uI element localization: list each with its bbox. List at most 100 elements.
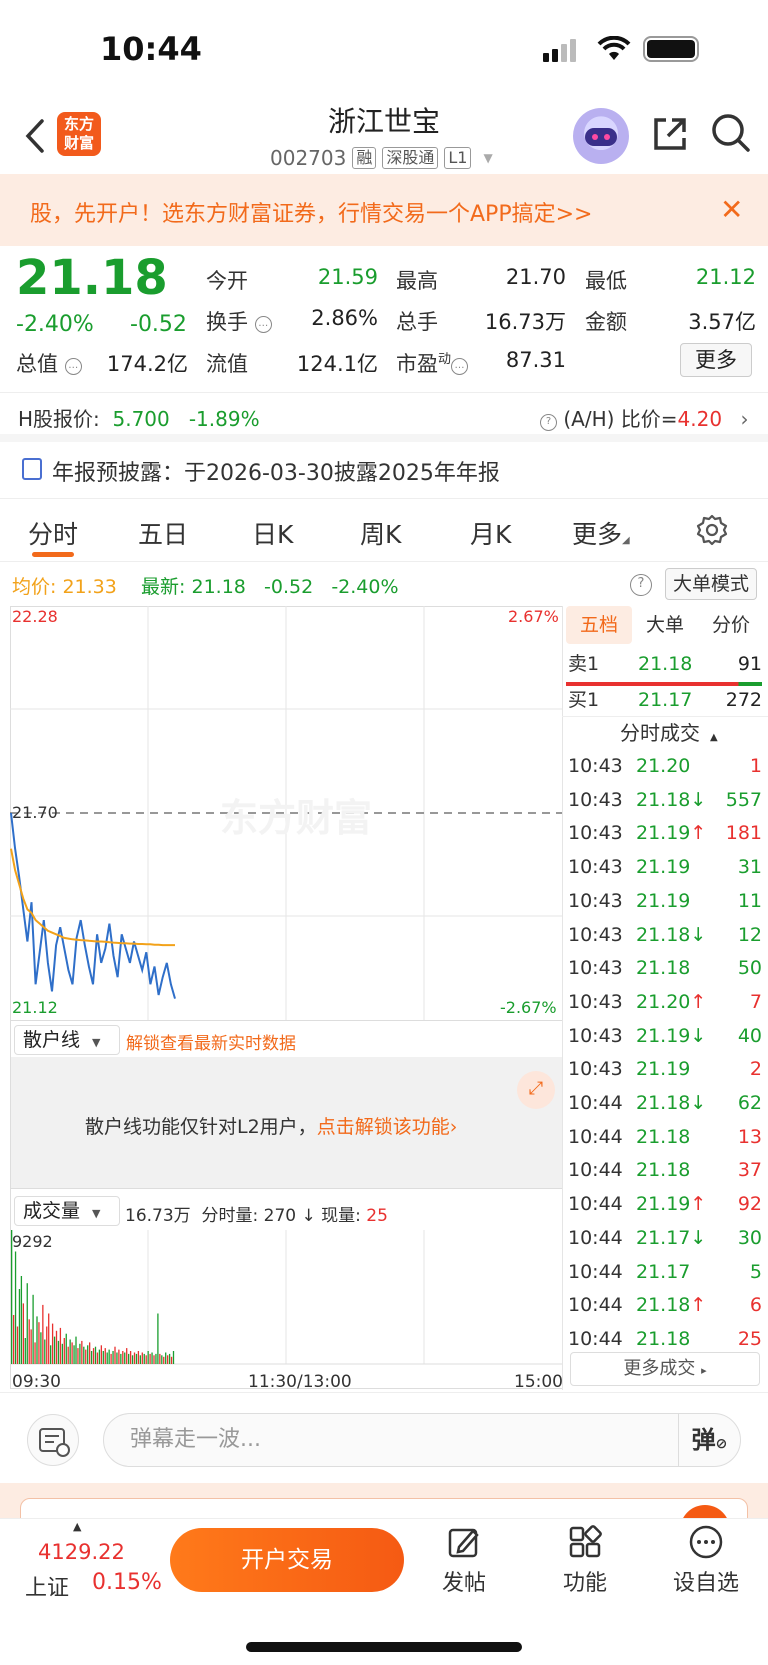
volume-bar xyxy=(12,1315,15,1364)
volume-label: 总手 xyxy=(396,310,438,334)
volume-bar xyxy=(77,1348,79,1364)
volume-bar xyxy=(122,1351,124,1364)
index-value[interactable]: 4129.22 xyxy=(38,1540,125,1564)
high-value: 21.70 xyxy=(505,265,566,289)
trade-price: 21.18↓ xyxy=(636,1092,707,1114)
trade-time: 10:44 xyxy=(568,1260,623,1283)
volume-bar xyxy=(42,1304,44,1364)
volume-bar xyxy=(104,1348,106,1364)
tab-intraday[interactable]: 分时 xyxy=(28,515,78,551)
close-icon[interactable]: ✕ xyxy=(720,196,743,224)
question-icon[interactable]: ? xyxy=(630,574,652,596)
search-icon[interactable] xyxy=(710,112,752,158)
amount-value: 3.57亿 xyxy=(688,310,756,334)
trade-time: 10:43 xyxy=(568,1024,623,1047)
time-end: 15:00 xyxy=(514,1372,563,1392)
info-icon: … xyxy=(254,316,272,333)
intraday-chart[interactable]: 东方财富 xyxy=(10,606,563,1396)
trade-time: 10:43 xyxy=(568,957,623,980)
volume-selector[interactable]: 成交量 ▼ xyxy=(14,1196,120,1226)
trade-time: 10:44 xyxy=(568,1294,623,1317)
stock-subtitle[interactable]: 002703 融 深股通 L1 ▼ xyxy=(270,145,493,171)
volume-bar xyxy=(46,1326,48,1364)
trade-volume: 7 xyxy=(749,990,762,1013)
tab-price-distribution[interactable]: 分价 xyxy=(698,606,764,644)
trade-volume: 6 xyxy=(749,1294,762,1317)
more-quote-button[interactable]: 更多 xyxy=(680,343,752,377)
sort-arrow-icon: ▲ xyxy=(710,732,718,743)
trade-price: 21.18 xyxy=(636,1159,691,1182)
trade-time: 10:44 xyxy=(568,1226,623,1249)
trade-price: 21.19 xyxy=(636,1058,691,1081)
trade-row: 10:44 21.17 5 xyxy=(566,1256,762,1289)
trade-volume: 31 xyxy=(737,856,762,879)
volume-bar xyxy=(75,1336,77,1364)
volume-info: 16.73万 分时量: 270 ↓ 现量: 25 xyxy=(125,1206,388,1226)
volume-bar xyxy=(98,1349,101,1364)
trade-volume: 12 xyxy=(737,923,762,946)
index-name[interactable]: 上证 xyxy=(25,1570,69,1602)
ai-assistant-icon[interactable] xyxy=(573,108,629,164)
open-trade-button[interactable]: 开户交易 xyxy=(170,1528,404,1592)
trade-price: 21.20↑ xyxy=(636,990,707,1013)
trade-price: 21.18 xyxy=(636,1125,691,1148)
promo-banner-text[interactable]: 股，先开户！选东方财富证券，行情交易一个APP搞定>> xyxy=(30,196,592,228)
volume-bar xyxy=(63,1338,65,1364)
retail-unlock-link[interactable]: 解锁查看最新实时数据 xyxy=(126,1029,296,1054)
danmaku-input[interactable]: 弹幕走一波... xyxy=(103,1413,741,1467)
trade-price: 21.18 xyxy=(636,1327,691,1350)
danmaku-settings-icon[interactable] xyxy=(27,1414,79,1466)
volume-bar xyxy=(135,1353,138,1364)
danmaku-send-button[interactable]: 弹⊘ xyxy=(678,1414,740,1466)
divider xyxy=(0,392,768,393)
trade-time: 10:44 xyxy=(568,1193,623,1216)
home-indicator xyxy=(246,1642,522,1652)
tab-big-orders[interactable]: 大单 xyxy=(632,606,698,644)
trade-price: 21.20 xyxy=(636,755,691,777)
tab-monthly-k[interactable]: 月K xyxy=(470,515,511,551)
volume-bar xyxy=(172,1351,175,1364)
trade-time: 10:43 xyxy=(568,788,623,811)
sell1-row: 卖1 21.18 91 xyxy=(568,653,762,675)
nav-add-watchlist[interactable]: 设自选 xyxy=(661,1525,751,1597)
retail-line-selector[interactable]: 散户线 ▼ xyxy=(14,1025,120,1055)
annual-report-notice[interactable]: 年报预披露：于2026-03-30披露2025年年报 xyxy=(52,455,500,487)
hshare-row[interactable]: H股报价: 5.700 -1.89% xyxy=(18,403,260,432)
tab-five-day[interactable]: 五日 xyxy=(138,515,188,551)
trade-volume: 50 xyxy=(737,957,762,980)
index-change-pct[interactable]: 0.15% xyxy=(92,1570,162,1595)
retail-line-notice[interactable]: 散户线功能仅针对L2用户，点击解锁该功能› xyxy=(85,1112,457,1139)
volume-bar xyxy=(69,1339,71,1364)
dropdown-arrow-icon: ◢ xyxy=(622,535,630,546)
volume-bar xyxy=(143,1353,145,1364)
volume-bar xyxy=(92,1348,95,1364)
tab-daily-k[interactable]: 日K xyxy=(252,515,293,551)
trade-volume: 30 xyxy=(737,1226,762,1249)
trade-row: 10:43 21.19↑ 181 xyxy=(566,817,762,850)
change-pct: -2.40% xyxy=(16,312,94,337)
turnover-label: 换手 … xyxy=(206,306,272,336)
nav-functions[interactable]: 功能 xyxy=(540,1525,630,1597)
nav-post[interactable]: 发帖 xyxy=(419,1525,509,1597)
tab-more[interactable]: 更多◢ xyxy=(572,515,630,551)
trade-volume: 37 xyxy=(737,1159,762,1182)
share-icon[interactable] xyxy=(650,114,690,158)
trade-row: 10:44 21.18 37 xyxy=(566,1154,762,1187)
more-trades-button[interactable]: 更多成交 ▸ xyxy=(570,1352,760,1386)
trade-price: 21.18 xyxy=(636,957,691,980)
volume-bar xyxy=(40,1332,42,1364)
volume-bar xyxy=(53,1336,56,1364)
big-order-mode-button[interactable]: 大单模式 xyxy=(665,568,757,600)
trade-row: 10:44 21.17↓ 30 xyxy=(566,1222,762,1255)
watermark: 东方财富 xyxy=(220,796,372,840)
trade-price: 21.17 xyxy=(636,1260,691,1283)
turnover-value: 2.86% xyxy=(311,306,378,330)
volume-bar xyxy=(57,1340,60,1364)
volume-bar xyxy=(129,1351,132,1364)
trade-volume: 11 xyxy=(737,889,762,912)
expand-icon[interactable]: ⤢ xyxy=(517,1071,555,1109)
settings-gear-icon[interactable] xyxy=(696,514,728,550)
tab-five-levels[interactable]: 五档 xyxy=(566,606,632,644)
ah-ratio[interactable]: ? (A/H) 比价=4.20 › xyxy=(540,403,748,432)
tab-weekly-k[interactable]: 周K xyxy=(360,515,401,551)
